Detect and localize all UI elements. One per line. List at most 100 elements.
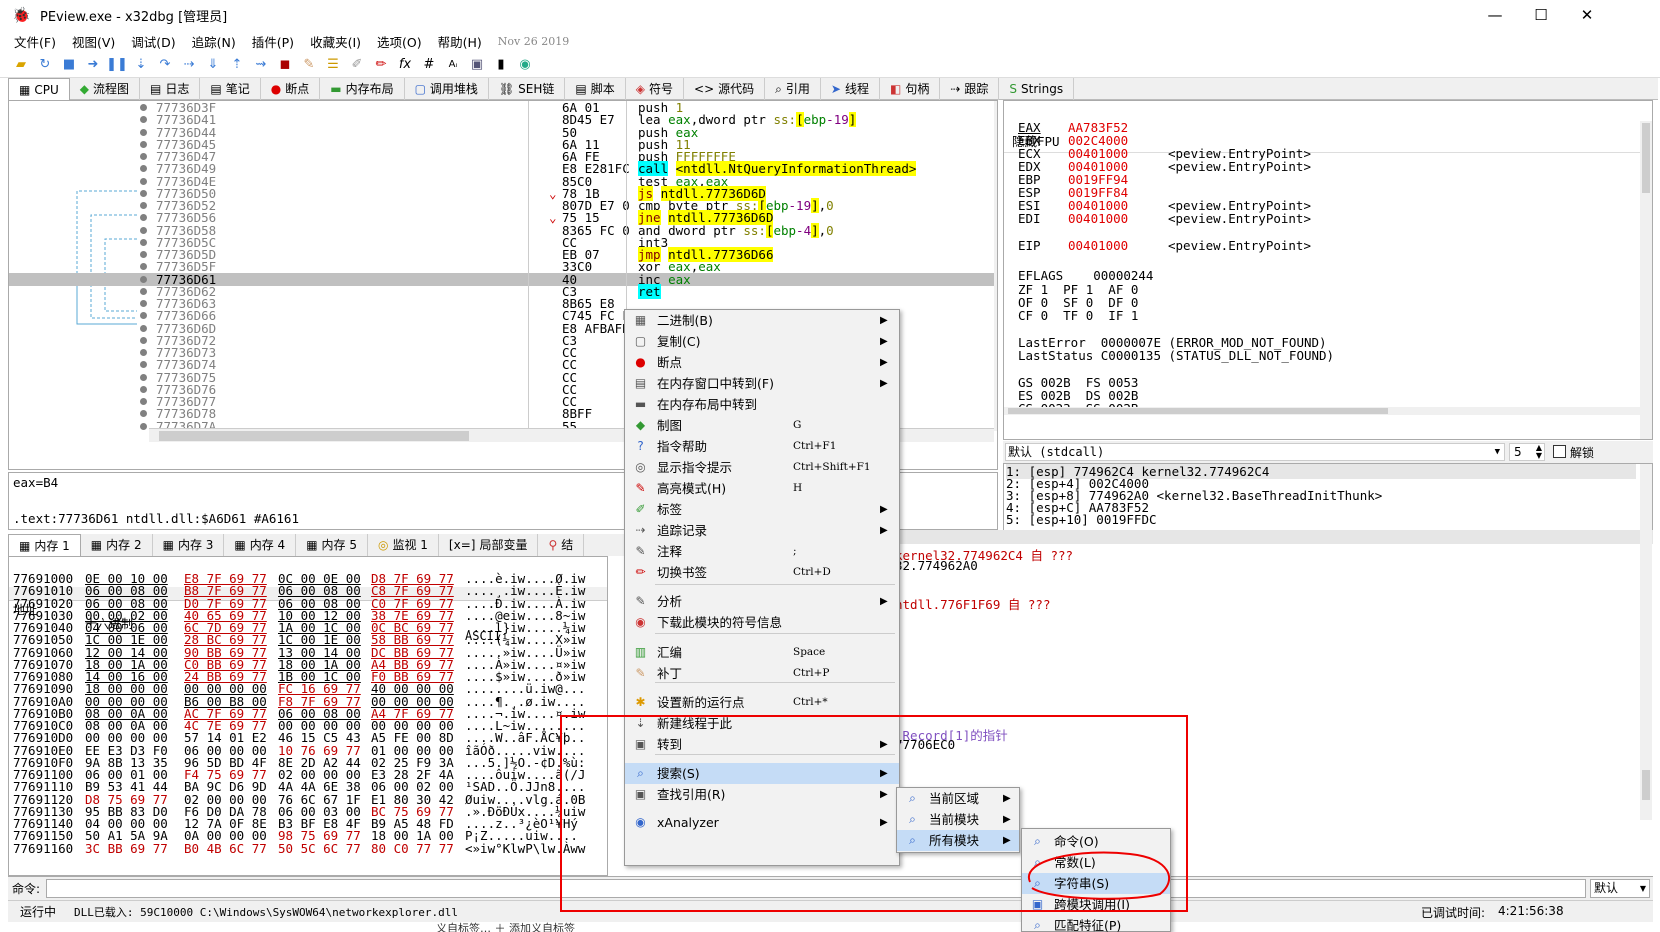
regs-hscrollbar[interactable] [1004,407,1640,415]
context-menu-item[interactable]: ▣ 转到 ▶ [625,734,899,755]
scroll-thumb[interactable] [159,431,469,441]
register-edi[interactable]: EDI 00401000 <peview.EntryPoint> [1018,212,1311,226]
arguments-panel[interactable]: 1: [esp] 774962C4 kernel32.774962C4 2: [e… [1003,463,1653,535]
context-menu-item[interactable]: ⇢ 追踪记录 ▶ [625,520,899,541]
trace-over-icon[interactable]: ⇓ [202,55,224,75]
argument-row[interactable]: 5: [esp+10] 0019FFDC [1006,512,1157,527]
tab-handles[interactable]: ◧ 句柄 [880,78,941,100]
execute-till-return-icon[interactable]: ⇡ [226,55,248,75]
context-menu-item[interactable]: ⌕ 搜索(S) ▶ [625,763,899,784]
tab-script[interactable]: ▤ 脚本 [565,78,626,100]
run-icon[interactable]: ➜ [82,55,104,75]
stop-icon[interactable]: ■ [58,55,80,75]
context-menu-item[interactable]: ✎ 分析 ▶ [625,591,899,612]
open-icon[interactable]: ▰ [10,55,32,75]
menu-help[interactable]: 帮助(H) [430,32,490,51]
close-button[interactable]: ✕ [1564,0,1610,30]
stack-row-selected[interactable]: kernel32.774962C4 自 ??? [895,530,1653,563]
breakpoint-dot-icon[interactable] [140,116,147,124]
comment-icon[interactable]: ☰ [322,55,344,75]
breakpoint-dot-icon[interactable] [140,226,147,234]
context-menu-item[interactable]: ▢ 复制(C) ▶ [625,331,899,352]
breakpoint-dot-icon[interactable] [140,275,147,283]
hex-dump[interactable]: 地址 十六进制 ASCII 77691000 0E 00 10 00 E8 7F 6… [8,556,608,876]
breakpoint-dot-icon[interactable] [140,128,147,136]
restart-icon[interactable]: ↻ [34,55,56,75]
scroll-thumb[interactable] [1008,408,1388,414]
breakpoint-dot-icon[interactable] [140,398,147,405]
tab-notes[interactable]: ▤ 笔记 [200,78,261,100]
breakpoint-dot-icon[interactable] [140,214,147,222]
calc-icon[interactable]: ▣ [466,55,488,75]
tab-watch-1[interactable]: ◎ 监视 1 [368,534,439,556]
function-icon[interactable]: fx [394,55,416,75]
breakpoint-dot-icon[interactable] [140,140,147,148]
tab-graph[interactable]: ◆ 流程图 [70,78,140,100]
step-into-icon[interactable]: ⇣ [130,55,152,75]
run-user-icon[interactable]: ⇝ [250,55,272,75]
context-menu-item[interactable]: ▬ 在内存布局中转到 [625,394,899,415]
tab-symbols[interactable]: ◈ 符号 [626,78,685,100]
breakpoint-dot-icon[interactable] [140,287,147,295]
tab-breakpoints[interactable]: ● 断点 [261,78,321,100]
context-menu-item[interactable]: ✐ 标签 ▶ [625,499,899,520]
breakpoint-dot-icon[interactable] [140,165,147,173]
context-menu-item[interactable]: ✏ 切换书签 Ctrl+D [625,562,899,583]
breakpoint-dot-icon[interactable] [140,410,147,418]
hash-icon[interactable]: # [418,55,440,75]
breakpoint-dot-icon[interactable] [140,153,147,160]
args-vscrollbar[interactable] [1640,464,1652,534]
maximize-button[interactable]: ☐ [1518,0,1564,30]
tab-dump-3[interactable]: ▦ 内存 3 [153,534,225,556]
tab-call-stack[interactable]: ▢ 调用堆栈 [405,78,489,100]
registers-panel[interactable]: 隐藏FPU EAX AA783F52 EBX 002C4000 ECX 00401000 <… [1003,100,1653,440]
tab-locals[interactable]: [x=] 局部变量 [439,534,539,556]
breakpoint-dot-icon[interactable] [140,373,147,381]
tab-threads[interactable]: ➤ 线程 [821,78,880,100]
breakpoint-dot-icon[interactable] [140,349,147,356]
search-scope-item[interactable]: ⌕ 所有模块 ▶ [897,830,1019,851]
last-status[interactable]: LastStatus C0000135 (STATUS_DLL_NOT_FOUN… [1018,349,1334,363]
tab-source[interactable]: <> 源代码 [684,78,766,100]
patch-icon[interactable]: ✎ [298,55,320,75]
run-trace-icon[interactable]: ⇢ [178,55,200,75]
search-type-item[interactable]: ⌕ 命令(O) [1022,831,1170,852]
breakpoint-dot-icon[interactable] [140,177,147,185]
scroll-thumb[interactable] [1642,770,1650,800]
menu-file[interactable]: 文件(F) [0,32,64,51]
menu-favourites[interactable]: 收藏夹(I) [302,32,369,51]
flags-row-3[interactable]: CF 0 TF 0 IF 1 [1018,309,1138,323]
context-menu-item[interactable]: ? 指令帮助 Ctrl+F1 [625,436,899,457]
context-menu-item[interactable]: ▦ 二进制(B) ▶ [625,310,899,331]
context-menu-item[interactable]: ◆ 制图 G [625,415,899,436]
pause-icon[interactable]: ❚❚ [106,55,128,75]
web-icon[interactable]: ◉ [514,55,536,75]
context-menu-item[interactable]: ▣ 查找引用(R) ▶ [625,784,899,805]
tab-strings[interactable]: S Strings [999,78,1075,100]
minimize-button[interactable]: — [1472,0,1518,30]
scroll-thumb[interactable] [1642,123,1650,193]
breakpoint-dot-icon[interactable] [140,202,147,209]
breakpoint-dot-icon[interactable] [140,104,147,111]
breakpoint-dot-icon[interactable] [140,324,147,332]
label-icon[interactable]: ✐ [346,55,368,75]
menu-options[interactable]: 选项(O) [369,32,430,51]
breakpoint-dot-icon[interactable] [140,422,147,430]
font-icon[interactable]: Aᵢ [442,55,464,75]
script-icon[interactable]: ◼ [274,55,296,75]
tab-memory-map[interactable]: ▬ 内存布局 [320,78,405,100]
register-eip[interactable]: EIP 00401000 <peview.EntryPoint> [1018,239,1311,253]
context-menu-item[interactable]: ⇣ 新建线程于此 [625,713,899,734]
calling-convention-select[interactable]: 默认 (stdcall) ▼ [1005,443,1505,461]
eflags[interactable]: EFLAGS 00000244 [1018,269,1153,283]
context-menu-item[interactable]: ◎ 显示指令提示 Ctrl+Shift+F1 [625,457,899,478]
memory-icon[interactable]: ▮ [490,55,512,75]
context-menu-item[interactable]: ◉ 下载此模块的符号信息 [625,612,899,633]
search-type-item[interactable]: ⌕ 匹配特征(P) [1022,915,1170,932]
unlock-checkbox[interactable] [1553,445,1566,458]
tab-cpu[interactable]: ▦ CPU [8,78,70,100]
disasm-vscrollbar[interactable] [994,101,997,431]
breakpoint-dot-icon[interactable] [140,385,147,393]
context-menu-item[interactable]: ● 断点 ▶ [625,352,899,373]
search-scope-item[interactable]: ⌕ 当前模块 ▶ [897,809,1019,830]
